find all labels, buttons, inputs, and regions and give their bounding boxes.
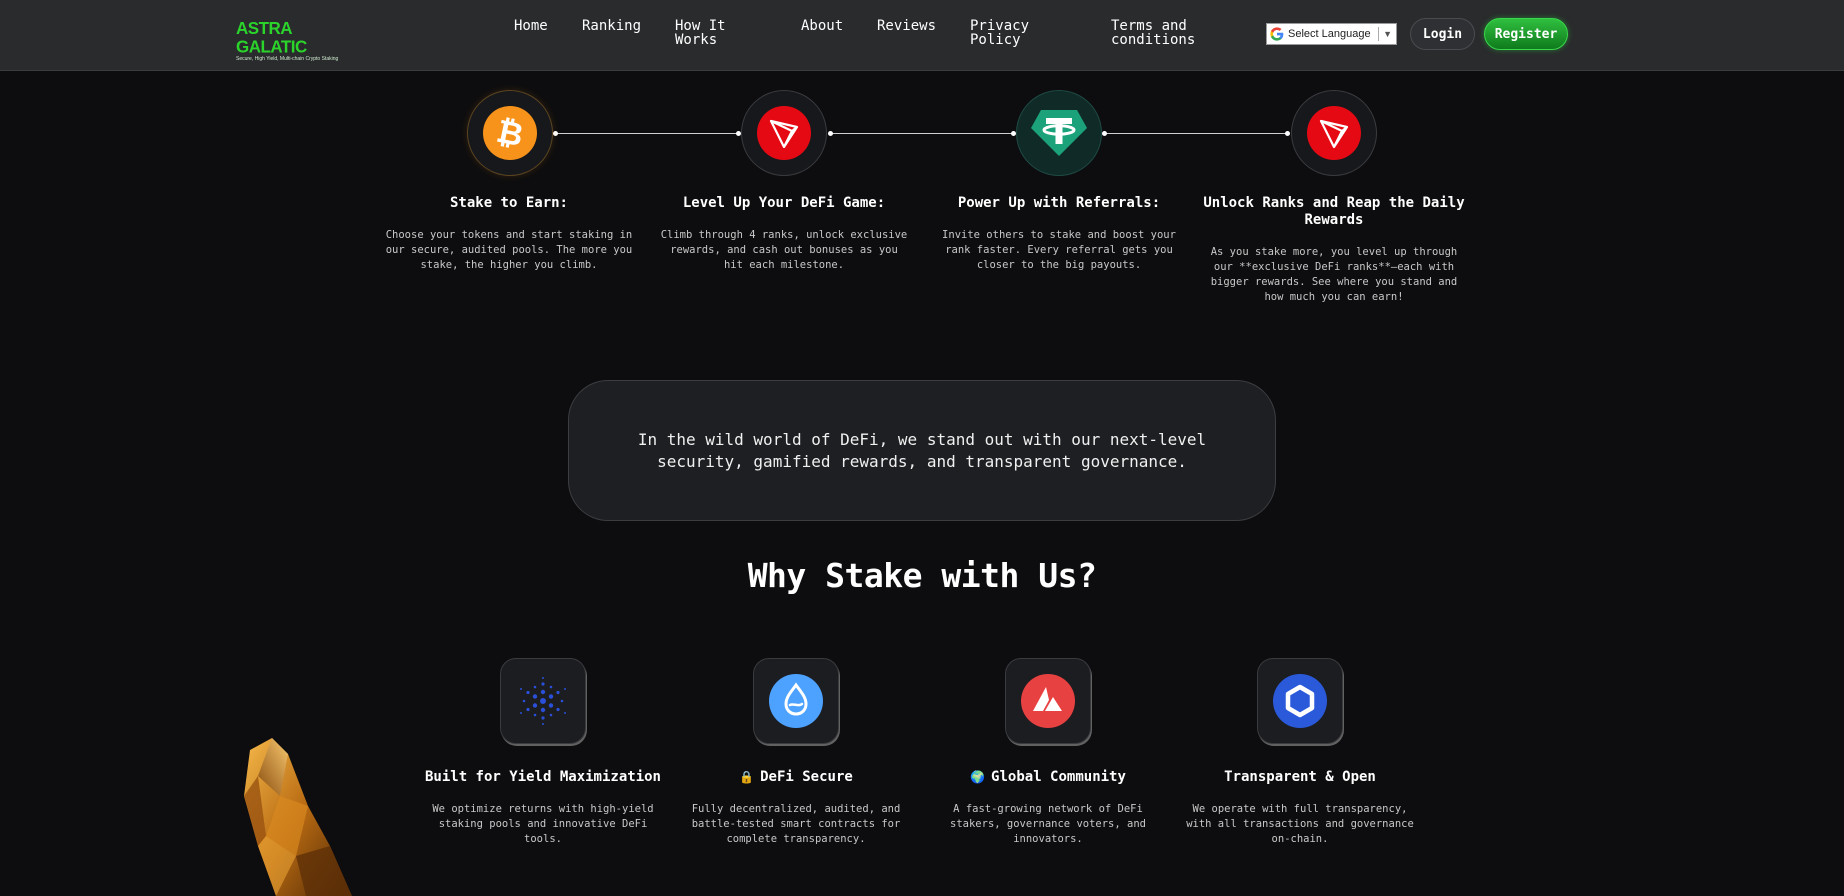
bitcoin-icon: ₿ [483, 106, 537, 160]
lock-icon: 🔒 [739, 770, 755, 784]
chainlink-icon [1273, 674, 1327, 728]
feature-title-text: Global Community [991, 769, 1126, 785]
mission-statement: In the wild world of DeFi, we stand out … [637, 429, 1207, 471]
feature-title-text: DeFi Secure [760, 769, 853, 785]
feature-title-text: Built for Yield Maximization [424, 769, 661, 785]
globe-icon: 🌍 [970, 770, 986, 784]
step-icon-circle [741, 90, 827, 176]
feature-title-text: Transparent & Open [1224, 769, 1376, 785]
feature-icon-box [1257, 658, 1343, 744]
nav-reviews[interactable]: Reviews [877, 19, 936, 33]
step-description: Choose your tokens and start staking in … [385, 229, 633, 271]
feature-icon-box [1005, 658, 1091, 744]
nav-privacy-policy[interactable]: Privacy Policy [970, 19, 1040, 47]
why-stake-heading: Why Stake with Us? [747, 556, 1097, 595]
register-button[interactable]: Register [1484, 18, 1568, 50]
feature-description: We optimize returns with high-yield stak… [432, 803, 654, 845]
nav-how-it-works[interactable]: How It Works [675, 19, 745, 47]
brand-logo[interactable]: ASTRA GALATIC Secure, High Yield, Multi-… [236, 19, 346, 62]
brand-name: ASTRA GALATIC [236, 18, 307, 57]
step-connector [1104, 133, 1288, 134]
nav-home[interactable]: Home [514, 19, 548, 33]
step-title: Unlock Ranks and Reap the Daily Rewards [1203, 195, 1465, 228]
site-header: ASTRA GALATIC Secure, High Yield, Multi-… [0, 0, 1844, 71]
step-title: Power Up with Referrals: [957, 195, 1161, 211]
cardano-icon [520, 677, 566, 725]
step-connector [830, 133, 1014, 134]
language-select-value: Select Language [1288, 28, 1371, 40]
step-title: Stake to Earn: [449, 195, 568, 211]
tether-icon [1031, 110, 1087, 156]
dropdown-arrow-icon: ▼ [1378, 27, 1392, 41]
step-description: As you stake more, you level up through … [1210, 246, 1458, 303]
feature-title: 🌍 Global Community [918, 769, 1178, 786]
feature-title: Built for Yield Maximization [413, 769, 673, 786]
step-description: Invite others to stake and boost your ra… [942, 229, 1176, 271]
feature-description: We operate with full transparency, with … [1186, 803, 1414, 845]
mission-statement-box: In the wild world of DeFi, we stand out … [568, 380, 1276, 521]
feature-description: Fully decentralized, audited, and battle… [691, 803, 901, 845]
nav-about[interactable]: About [801, 19, 843, 33]
avalanche-icon [1021, 674, 1075, 728]
step-icon-circle [1016, 90, 1102, 176]
tron-icon [757, 106, 811, 160]
step-icon-circle [1291, 90, 1377, 176]
crystal-decoration-icon [244, 738, 352, 896]
step-connector-dot [1102, 131, 1107, 136]
language-select[interactable]: Select Language ▼ [1266, 23, 1397, 45]
nav-ranking[interactable]: Ranking [582, 19, 641, 33]
nav-terms[interactable]: Terms and conditions [1111, 19, 1211, 47]
feature-icon-box [753, 658, 839, 744]
step-description: Climb through 4 ranks, unlock exclusive … [660, 229, 908, 271]
step-icon-circle: ₿ [467, 90, 553, 176]
feature-icon-box [500, 658, 586, 744]
sui-icon [769, 674, 823, 728]
login-button[interactable]: Login [1410, 18, 1475, 50]
google-icon [1270, 27, 1284, 41]
step-connector-dot [553, 131, 558, 136]
feature-title: 🔒 DeFi Secure [666, 769, 926, 786]
feature-description: A fast-growing network of DeFi stakers, … [950, 803, 1146, 845]
step-connector-dot [828, 131, 833, 136]
feature-title: Transparent & Open [1170, 769, 1430, 786]
brand-tagline: Secure, High Yield, Multi-chain Crypto S… [236, 56, 339, 62]
step-connector-dot [1285, 131, 1290, 136]
step-title: Level Up Your DeFi Game: [682, 195, 886, 211]
step-connector [555, 133, 739, 134]
tron-icon [1307, 106, 1361, 160]
